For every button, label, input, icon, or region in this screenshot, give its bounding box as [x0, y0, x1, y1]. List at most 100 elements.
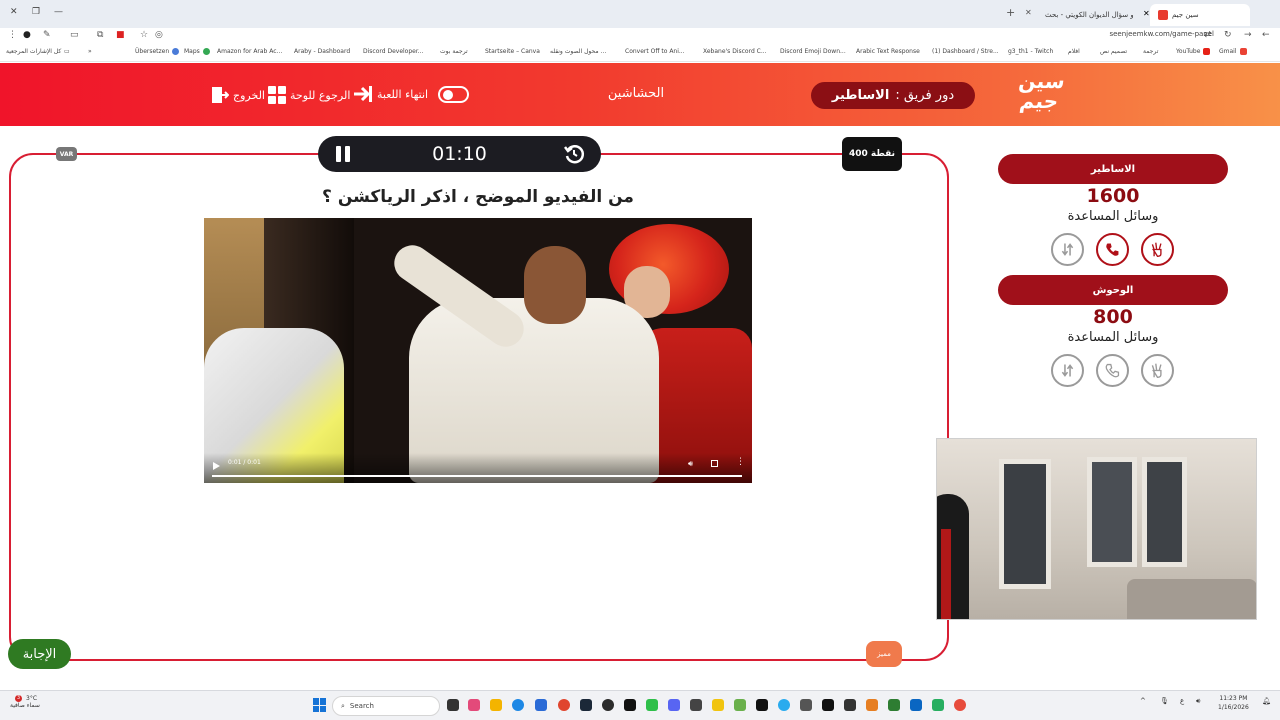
- answer-button[interactable]: الإجابة: [8, 639, 71, 669]
- bookmark-item[interactable]: YouTube: [1176, 48, 1211, 55]
- close-window-icon[interactable]: ✕: [10, 7, 18, 17]
- bookmark-item[interactable]: Gmail: [1219, 48, 1247, 55]
- bookmark-item[interactable]: ترجمة بوت: [440, 48, 468, 55]
- bookmark-item[interactable]: تصميم نص: [1100, 48, 1127, 55]
- back-to-board-button[interactable]: الرجوع للوحة: [268, 86, 350, 104]
- hide-icon[interactable]: ◎: [155, 30, 163, 40]
- terminal-icon[interactable]: [844, 699, 856, 711]
- discord-icon[interactable]: [668, 699, 680, 711]
- bookmark-item[interactable]: Maps: [184, 48, 210, 55]
- bookmark-item[interactable]: ترجمة: [1143, 48, 1158, 55]
- more-options-icon[interactable]: ⋮: [736, 457, 745, 467]
- var-badge[interactable]: VAR: [56, 147, 77, 161]
- store-icon[interactable]: [535, 699, 547, 711]
- menu-icon[interactable]: ⋮: [8, 30, 17, 40]
- mic-icon[interactable]: 🎙︎: [1160, 697, 1169, 705]
- bookmark-item[interactable]: g3_th1 - Twitch: [1008, 48, 1053, 55]
- new-tab-button[interactable]: +: [1006, 6, 1015, 19]
- bookmark-item[interactable]: Discord Emoji Down...: [780, 48, 846, 55]
- language-indicator[interactable]: ع: [1180, 697, 1184, 705]
- video-player[interactable]: 0:01 / 0:01 🔊︎ ⋮: [204, 218, 752, 483]
- obs-icon[interactable]: [602, 699, 614, 711]
- app-icon[interactable]: [888, 699, 900, 711]
- volume-icon[interactable]: 🔊︎: [688, 459, 693, 469]
- bookmark-item[interactable]: Übersetzen: [135, 48, 180, 55]
- app-icon[interactable]: [690, 699, 702, 711]
- volume-tray-icon[interactable]: 🔊︎: [1196, 697, 1200, 706]
- bookmark-item[interactable]: Discord Developer...: [363, 48, 424, 55]
- bookmark-star-icon[interactable]: ☆: [140, 30, 148, 40]
- seen-jeem-logo[interactable]: سين جيم: [1009, 69, 1072, 119]
- reload-icon[interactable]: ↻: [1224, 30, 1232, 40]
- file-explorer-icon[interactable]: [490, 699, 502, 711]
- end-game-button[interactable]: انتهاء اللعبة: [353, 86, 428, 102]
- notifications-icon[interactable]: 🔔︎: [1262, 697, 1271, 705]
- youtube-ext-icon[interactable]: ■: [116, 30, 125, 40]
- bookmark-item[interactable]: Amazon for Arab Ac...: [217, 48, 282, 55]
- phone-aid-button[interactable]: [1096, 233, 1129, 266]
- swap-aid-button[interactable]: [1051, 354, 1084, 387]
- profile-icon[interactable]: ●: [23, 30, 31, 40]
- sidebar-icon[interactable]: ▭: [70, 30, 79, 40]
- app-icon[interactable]: [866, 699, 878, 711]
- bookmark-item[interactable]: Arabic Text Response: [856, 48, 920, 55]
- play-icon[interactable]: [213, 462, 220, 470]
- fullscreen-icon[interactable]: [711, 460, 718, 467]
- app-icon[interactable]: [712, 699, 724, 711]
- forward-icon[interactable]: →: [1244, 30, 1252, 40]
- chrome-icon[interactable]: [558, 699, 570, 711]
- app-icon[interactable]: [646, 699, 658, 711]
- restore-window-icon[interactable]: ❐: [32, 7, 40, 17]
- app-icon[interactable]: [954, 699, 966, 711]
- bookmark-item[interactable]: محول الصوت ونقله ...: [550, 48, 606, 55]
- weather-widget[interactable]: 3 3°C سماء صافية: [10, 695, 40, 709]
- site-settings-icon[interactable]: ⇄: [1204, 30, 1212, 40]
- close-tab-icon[interactable]: ✕: [1143, 9, 1150, 18]
- minimize-window-icon[interactable]: —: [54, 7, 63, 17]
- back-icon[interactable]: ←: [1262, 30, 1270, 40]
- telegram-icon[interactable]: [778, 699, 790, 711]
- two-answers-aid-button[interactable]: [1141, 354, 1174, 387]
- two-answers-aid-button[interactable]: [1141, 233, 1174, 266]
- url-text[interactable]: seenjeemkw.com/game-panel: [1109, 30, 1214, 38]
- bookmark-item[interactable]: Startseite – Canva: [485, 48, 540, 55]
- bookmark-item[interactable]: افلام: [1068, 48, 1080, 55]
- bookmark-item[interactable]: Araby - Dashboard: [294, 48, 350, 55]
- app-icon[interactable]: [822, 699, 834, 711]
- chevron-icon[interactable]: »: [88, 48, 92, 55]
- app-icon[interactable]: [932, 699, 944, 711]
- tab-search[interactable]: البيبرو سؤال الديوان الكويتي - بحث: [1033, 4, 1133, 26]
- windows-start-icon[interactable]: [313, 698, 327, 712]
- phone-aid-button[interactable]: [1096, 354, 1129, 387]
- app-icon[interactable]: [910, 699, 922, 711]
- system-clock[interactable]: 11:23 PM 1/16/2026: [1218, 694, 1249, 712]
- team-name-pill: الاساطير: [998, 154, 1228, 184]
- bookmark-item[interactable]: Convert Off to Ani...: [625, 48, 685, 55]
- bookmark-item[interactable]: Xebane's Discord C...: [703, 48, 767, 55]
- special-button[interactable]: مميز: [866, 641, 902, 667]
- end-game-toggle[interactable]: [438, 86, 469, 103]
- folder-icon[interactable]: ▭: [64, 48, 70, 55]
- tab-seen-jeem[interactable]: سين جيم: [1150, 4, 1250, 26]
- taskbar-search[interactable]: ⌕ Search: [332, 696, 440, 716]
- copilot-icon[interactable]: [468, 699, 480, 711]
- bookmark-item[interactable]: (1) Dashboard / Stre...: [932, 48, 999, 55]
- app-icon[interactable]: [756, 699, 768, 711]
- all-bookmarks[interactable]: كل الإشارات المرجعية: [6, 48, 61, 55]
- webcam-overlay[interactable]: [936, 438, 1257, 620]
- tray-overflow-icon[interactable]: ^: [1140, 697, 1146, 705]
- app-icon[interactable]: [624, 699, 636, 711]
- reset-timer-icon[interactable]: [563, 143, 585, 165]
- close-tab-icon[interactable]: ✕: [1025, 8, 1032, 17]
- video-progress-bar[interactable]: [212, 475, 742, 477]
- browser-tab-bar: سين جيم ✕ البيبرو سؤال الديوان الكويتي -…: [0, 0, 1280, 28]
- extensions-icon[interactable]: ✎: [43, 30, 51, 40]
- swap-aid-button[interactable]: [1051, 233, 1084, 266]
- task-view-icon[interactable]: [447, 699, 459, 711]
- app-icon[interactable]: [734, 699, 746, 711]
- steam-icon[interactable]: [580, 699, 592, 711]
- exit-button[interactable]: الخروج: [211, 86, 265, 104]
- puzzle-icon[interactable]: ⧉: [97, 30, 103, 40]
- app-icon[interactable]: [800, 699, 812, 711]
- edge-icon[interactable]: [512, 699, 524, 711]
